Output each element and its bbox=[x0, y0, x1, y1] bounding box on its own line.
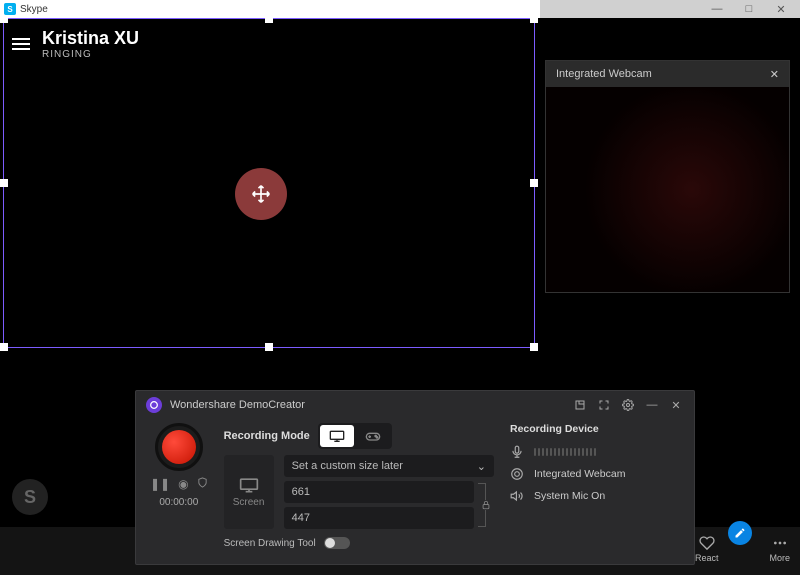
mic-icon bbox=[510, 445, 524, 459]
minimize-button[interactable]: — bbox=[644, 397, 660, 413]
device-column: Recording Device Integrated Webcam Syste… bbox=[510, 423, 680, 549]
minimize-button[interactable]: — bbox=[708, 3, 726, 15]
webcam-close-button[interactable]: ✕ bbox=[770, 68, 779, 81]
camera-icon bbox=[510, 467, 524, 481]
shield-button[interactable] bbox=[197, 477, 208, 491]
democreator-panel: Wondershare DemoCreator — ✕ ❚❚ ◉ 00:00:0… bbox=[135, 390, 695, 565]
device-title: Recording Device bbox=[510, 423, 680, 435]
monitor-icon bbox=[329, 430, 345, 442]
call-status: RINGING bbox=[42, 49, 139, 60]
caller-name: Kristina XU bbox=[42, 28, 139, 49]
heart-icon bbox=[699, 535, 715, 551]
camera-device-row[interactable]: Integrated Webcam bbox=[510, 467, 680, 481]
call-actions: React More bbox=[695, 535, 790, 563]
settings-button[interactable] bbox=[620, 397, 636, 413]
camera-device-label: Integrated Webcam bbox=[534, 468, 625, 480]
skype-call-area: Kristina XU RINGING bbox=[0, 18, 540, 350]
record-timer: 00:00:00 bbox=[159, 497, 198, 508]
democreator-header[interactable]: Wondershare DemoCreator — ✕ bbox=[136, 391, 694, 419]
screen-size-row: Screen Set a custom size later ⌄ 661 447 bbox=[224, 455, 494, 529]
react-button[interactable]: React bbox=[695, 535, 719, 563]
recording-mode-row: Recording Mode bbox=[224, 423, 494, 449]
right-window-title-bar: — □ ✕ bbox=[540, 0, 800, 18]
aspect-lock-button[interactable] bbox=[478, 481, 494, 529]
skype-logo-icon: S bbox=[4, 3, 16, 15]
skype-app-name: Skype bbox=[20, 4, 48, 15]
screen-source-button[interactable]: Screen bbox=[224, 455, 274, 529]
menu-icon[interactable] bbox=[12, 38, 30, 50]
pause-button[interactable]: ❚❚ bbox=[150, 477, 170, 491]
more-button[interactable]: More bbox=[769, 535, 790, 563]
lock-icon bbox=[481, 500, 491, 510]
drawing-tool-row: Screen Drawing Tool bbox=[224, 537, 494, 549]
webcam-header: Integrated Webcam ✕ bbox=[546, 61, 789, 87]
record-controls: ❚❚ ◉ bbox=[150, 477, 208, 491]
monitor-icon bbox=[239, 477, 259, 493]
maximize-button[interactable]: □ bbox=[740, 3, 758, 15]
settings-column: Recording Mode Screen Set bbox=[224, 423, 494, 549]
mode-screen-button[interactable] bbox=[320, 425, 354, 447]
shield-icon bbox=[197, 477, 208, 488]
audio-device-row[interactable]: System Mic On bbox=[510, 489, 680, 503]
mode-buttons bbox=[318, 423, 392, 449]
close-button[interactable]: ✕ bbox=[772, 3, 790, 16]
close-button[interactable]: ✕ bbox=[668, 397, 684, 413]
chevron-down-icon: ⌄ bbox=[477, 460, 486, 473]
fullscreen-button[interactable] bbox=[596, 397, 612, 413]
recording-mode-label: Recording Mode bbox=[224, 430, 310, 442]
record-column: ❚❚ ◉ 00:00:00 bbox=[150, 423, 208, 549]
move-icon bbox=[251, 184, 271, 204]
audio-device-label: System Mic On bbox=[534, 490, 605, 502]
record-button[interactable] bbox=[155, 423, 203, 471]
democreator-title: Wondershare DemoCreator bbox=[170, 399, 305, 411]
mic-level-row bbox=[510, 445, 680, 459]
mic-level-meter bbox=[534, 448, 596, 456]
size-inputs: Set a custom size later ⌄ 661 447 bbox=[284, 455, 494, 529]
popout-button[interactable] bbox=[572, 397, 588, 413]
democreator-body: ❚❚ ◉ 00:00:00 Recording Mode bbox=[136, 419, 694, 557]
drawing-toggle[interactable] bbox=[324, 537, 350, 549]
height-value: 447 bbox=[292, 512, 310, 524]
size-preset-value: Set a custom size later bbox=[292, 460, 403, 472]
skype-bubble-icon[interactable]: S bbox=[12, 479, 48, 515]
webcam-title: Integrated Webcam bbox=[556, 68, 652, 80]
width-value: 661 bbox=[292, 486, 310, 498]
gamepad-icon bbox=[365, 430, 381, 442]
screen-label: Screen bbox=[233, 497, 265, 508]
more-label: More bbox=[769, 553, 790, 563]
skype-title-bar: S Skype bbox=[0, 0, 540, 18]
record-icon bbox=[162, 430, 196, 464]
move-handle[interactable] bbox=[235, 168, 287, 220]
react-label: React bbox=[695, 553, 719, 563]
width-input[interactable]: 661 bbox=[284, 481, 474, 503]
height-input[interactable]: 447 bbox=[284, 507, 474, 529]
webcam-panel: Integrated Webcam ✕ bbox=[545, 60, 790, 293]
webcam-preview bbox=[546, 87, 789, 292]
speaker-icon bbox=[510, 489, 524, 503]
more-icon bbox=[772, 535, 788, 551]
mode-game-button[interactable] bbox=[356, 425, 390, 447]
caller-info: Kristina XU RINGING bbox=[42, 28, 139, 60]
drawing-label: Screen Drawing Tool bbox=[224, 538, 316, 549]
stop-button[interactable]: ◉ bbox=[178, 477, 188, 491]
democreator-logo-icon bbox=[146, 397, 162, 413]
call-header: Kristina XU RINGING bbox=[12, 28, 139, 60]
size-preset-select[interactable]: Set a custom size later ⌄ bbox=[284, 455, 494, 477]
